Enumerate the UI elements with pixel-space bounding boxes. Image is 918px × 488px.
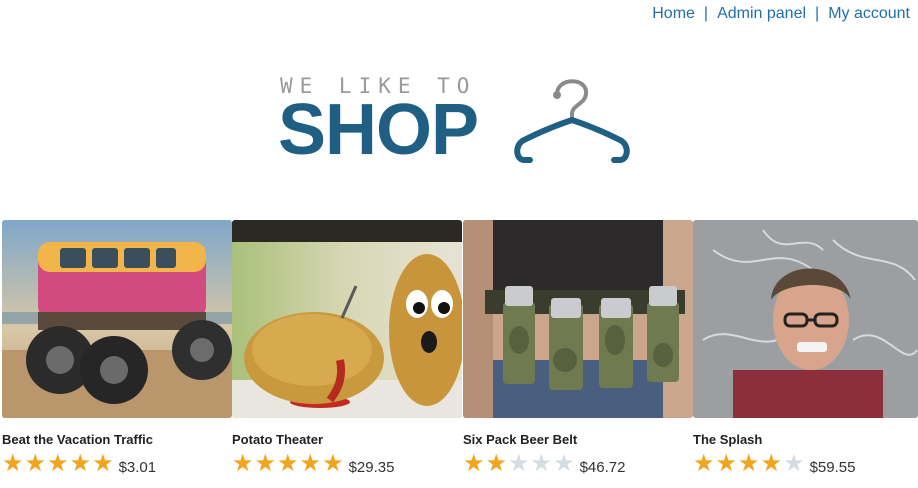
logo-word: SHOP (278, 90, 479, 170)
product-rating: ★ ★ ★ ★ ★ $46.72 (463, 452, 625, 476)
potato-photo[interactable] (232, 220, 462, 418)
star-icon: ★ (47, 450, 69, 477)
splash-photo[interactable] (693, 220, 918, 418)
product-name[interactable]: The Splash (693, 432, 762, 447)
product-name[interactable]: Beat the Vacation Traffic (2, 432, 153, 447)
nav-home-link[interactable]: Home (652, 5, 695, 22)
star-icon: ★ (553, 450, 575, 477)
star-icon: ★ (738, 450, 760, 477)
star-icon: ★ (508, 450, 530, 477)
top-nav: Home | Admin panel | My account (652, 5, 910, 23)
star-icon: ★ (24, 450, 47, 477)
star-icon: ★ (463, 450, 485, 477)
product-card[interactable]: The Splash ★ ★ ★ ★ ★ $59.55 (693, 220, 918, 476)
nav-separator: | (815, 5, 820, 22)
monster-van-photo[interactable] (2, 220, 232, 418)
product-grid: Beat the Vacation Traffic ★ ★ ★ ★ ★ $3.01 (2, 220, 918, 488)
product-name[interactable]: Potato Theater (232, 432, 323, 447)
star-icon: ★ (760, 450, 783, 477)
star-icon: ★ (254, 450, 277, 477)
product-price: $3.01 (118, 458, 157, 476)
star-icon: ★ (485, 450, 508, 477)
product-rating: ★ ★ ★ ★ ★ $29.35 (232, 452, 394, 476)
product-rating: ★ ★ ★ ★ ★ $59.55 (693, 452, 855, 476)
product-card[interactable]: Six Pack Beer Belt ★ ★ ★ ★ ★ $46.72 (463, 220, 693, 476)
star-icon: ★ (92, 450, 114, 477)
star-icon: ★ (69, 450, 92, 477)
product-card[interactable]: Beat the Vacation Traffic ★ ★ ★ ★ ★ $3.01 (2, 220, 232, 476)
star-icon: ★ (2, 450, 24, 477)
beer-belt-photo[interactable] (463, 220, 693, 418)
nav-account-link[interactable]: My account (828, 5, 910, 22)
product-price: $46.72 (579, 458, 626, 476)
star-icon: ★ (530, 450, 553, 477)
product-name[interactable]: Six Pack Beer Belt (463, 432, 577, 447)
star-icon: ★ (299, 450, 322, 477)
product-card[interactable]: Potato Theater ★ ★ ★ ★ ★ $29.35 (232, 220, 462, 476)
star-icon: ★ (277, 450, 299, 477)
star-icon: ★ (322, 450, 344, 477)
product-price: $29.35 (348, 458, 395, 476)
hanger-icon (510, 72, 640, 172)
nav-separator: | (703, 5, 709, 22)
star-icon: ★ (232, 450, 254, 477)
star-icon: ★ (693, 450, 715, 477)
nav-admin-link[interactable]: Admin panel (717, 5, 806, 22)
product-rating: ★ ★ ★ ★ ★ $3.01 (2, 452, 156, 476)
product-price: $59.55 (809, 458, 856, 476)
star-icon: ★ (783, 450, 805, 477)
site-logo[interactable]: WE LIKE TO SHOP (278, 72, 638, 172)
star-icon: ★ (715, 450, 738, 477)
